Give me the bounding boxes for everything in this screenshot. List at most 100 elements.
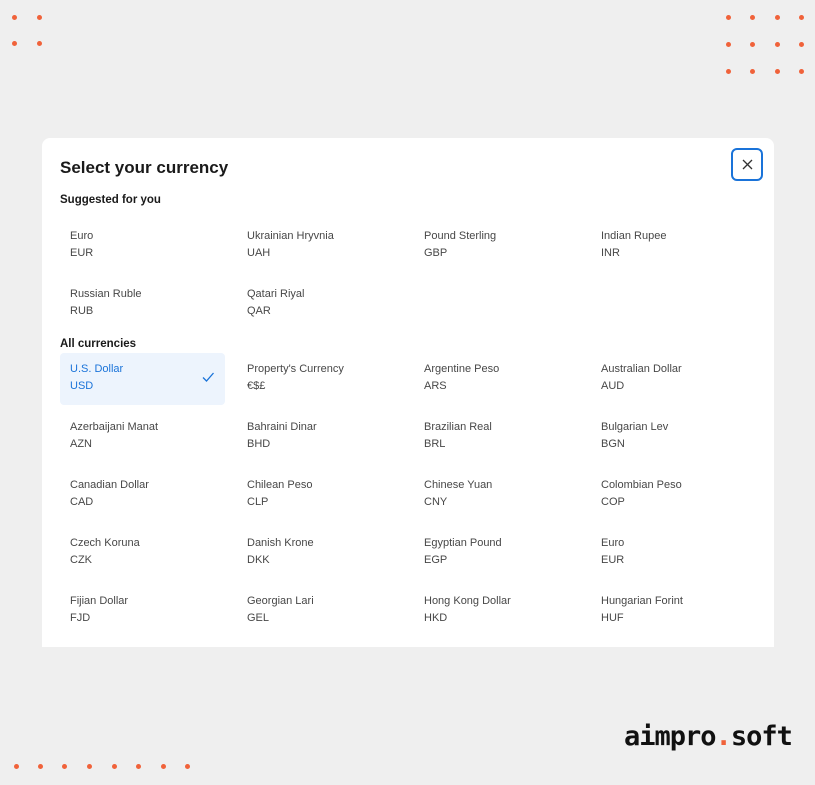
currency-code: EGP: [424, 554, 448, 566]
currency-code: CAD: [70, 496, 94, 508]
brand-logo: aimpro.soft: [624, 721, 793, 752]
currency-code: DKK: [247, 554, 270, 566]
suggested-heading: Suggested for you: [60, 194, 161, 206]
currency-option-bgn[interactable]: Bulgarian Lev BGN: [591, 411, 756, 463]
currency-code: COP: [601, 496, 625, 508]
currency-option-azn[interactable]: Azerbaijani Manat AZN: [60, 411, 225, 463]
currency-option-gbp[interactable]: Pound Sterling GBP: [414, 220, 579, 272]
currency-name: Australian Dollar: [601, 363, 682, 375]
currency-option-cny[interactable]: Chinese Yuan CNY: [414, 469, 579, 521]
currency-name: Colombian Peso: [601, 479, 682, 491]
decorative-dot: [87, 764, 92, 769]
close-button[interactable]: [731, 148, 763, 181]
currency-code: CZK: [70, 554, 92, 566]
logo-text-right: soft: [730, 721, 793, 752]
currency-option-egp[interactable]: Egyptian Pound EGP: [414, 527, 579, 579]
currency-name: Ukrainian Hryvnia: [247, 230, 334, 242]
decorative-dot: [37, 41, 42, 46]
close-icon: [742, 159, 752, 170]
currency-name: Czech Koruna: [70, 537, 140, 549]
currency-option-fjd[interactable]: Fijian Dollar FJD: [60, 585, 225, 637]
decorative-dot: [136, 764, 141, 769]
currency-code: GEL: [247, 612, 270, 624]
currency-name: Chinese Yuan: [424, 479, 493, 491]
decorative-dot: [62, 764, 67, 769]
currency-name: Danish Krone: [247, 537, 314, 549]
currency-option-inr[interactable]: Indian Rupee INR: [591, 220, 756, 272]
currency-option-brl[interactable]: Brazilian Real BRL: [414, 411, 579, 463]
currency-name: Euro: [70, 230, 94, 242]
currency-name: Bulgarian Lev: [601, 421, 669, 433]
currency-code: BRL: [424, 438, 446, 450]
currency-code: AZN: [70, 438, 92, 450]
decorative-dot: [750, 15, 755, 20]
all-currency-list: U.S. Dollar USD Property's Currency €$£ Arge…: [60, 353, 768, 637]
currency-option-clp[interactable]: Chilean Peso CLP: [237, 469, 402, 521]
decorative-dot: [37, 15, 42, 20]
currency-name: Russian Ruble: [70, 288, 142, 300]
currency-name: U.S. Dollar: [70, 363, 124, 375]
logo-dot: .: [715, 721, 732, 752]
currency-option-hkd[interactable]: Hong Kong Dollar HKD: [414, 585, 579, 637]
decorative-dot: [14, 764, 19, 769]
currency-option-huf[interactable]: Hungarian Forint HUF: [591, 585, 756, 637]
currency-option-uah[interactable]: Ukrainian Hryvnia UAH: [237, 220, 402, 272]
decorative-dot: [12, 15, 17, 20]
currency-option-eur[interactable]: Euro EUR: [60, 220, 225, 272]
decorative-dot: [750, 42, 755, 47]
currency-name: Chilean Peso: [247, 479, 313, 491]
decorative-dot: [726, 42, 731, 47]
logo-text-left: aimpro: [624, 721, 717, 752]
currency-name: Canadian Dollar: [70, 479, 149, 491]
currency-option-qar[interactable]: Qatari Riyal QAR: [237, 278, 402, 330]
currency-name: Argentine Peso: [424, 363, 500, 375]
currency-code: AUD: [601, 380, 625, 392]
currency-option-bhd[interactable]: Bahraini Dinar BHD: [237, 411, 402, 463]
currency-code: GBP: [424, 247, 448, 259]
currency-option-eur[interactable]: Euro EUR: [591, 527, 756, 579]
currency-option-rub[interactable]: Russian Ruble RUB: [60, 278, 225, 330]
currency-option-czk[interactable]: Czech Koruna CZK: [60, 527, 225, 579]
currency-name: Egyptian Pound: [424, 537, 502, 549]
decorative-dot: [38, 764, 43, 769]
currency-option-dkk[interactable]: Danish Krone DKK: [237, 527, 402, 579]
currency-option-cop[interactable]: Colombian Peso COP: [591, 469, 756, 521]
currency-code: BHD: [247, 438, 271, 450]
currency-name: Indian Rupee: [601, 230, 667, 242]
currency-name: Azerbaijani Manat: [70, 421, 159, 433]
currency-code: BGN: [601, 438, 625, 450]
currency-name: Property's Currency: [247, 363, 344, 375]
currency-name: Qatari Riyal: [247, 288, 305, 300]
currency-option-usd[interactable]: U.S. Dollar USD: [60, 353, 225, 405]
decorative-dot: [726, 69, 731, 74]
decorative-dot: [775, 69, 780, 74]
currency-code: ARS: [424, 380, 447, 392]
currency-option-gel[interactable]: Georgian Lari GEL: [237, 585, 402, 637]
currency-code: FJD: [70, 612, 91, 624]
currency-code: USD: [70, 380, 94, 392]
currency-option-aud[interactable]: Australian Dollar AUD: [591, 353, 756, 405]
currency-name: Fijian Dollar: [70, 595, 129, 607]
decorative-dot: [112, 764, 117, 769]
currency-code: UAH: [247, 247, 271, 259]
decorative-dot: [775, 15, 780, 20]
currency-option-ars[interactable]: Argentine Peso ARS: [414, 353, 579, 405]
all-currencies-heading: All currencies: [60, 338, 137, 350]
currency-option-property[interactable]: Property's Currency €$£: [237, 353, 402, 405]
decorative-dot: [799, 15, 804, 20]
checkmark-icon: [202, 372, 214, 382]
decorative-dot: [726, 15, 731, 20]
currency-name: Pound Sterling: [424, 230, 497, 242]
currency-code: INR: [601, 247, 620, 259]
currency-name: Hong Kong Dollar: [424, 595, 511, 607]
currency-name: Georgian Lari: [247, 595, 314, 607]
currency-option-cad[interactable]: Canadian Dollar CAD: [60, 469, 225, 521]
suggested-currency-list: Euro EUR Ukrainian Hryvnia UAH Pound Sterlin…: [60, 220, 768, 330]
currency-code: HKD: [424, 612, 448, 624]
currency-dialog: Select your currency Suggested for you E…: [42, 138, 774, 647]
decorative-dot: [161, 764, 166, 769]
currency-code: RUB: [70, 305, 94, 317]
currency-code: €$£: [247, 380, 266, 392]
currency-code: CNY: [424, 496, 448, 508]
currency-code: HUF: [601, 612, 624, 624]
